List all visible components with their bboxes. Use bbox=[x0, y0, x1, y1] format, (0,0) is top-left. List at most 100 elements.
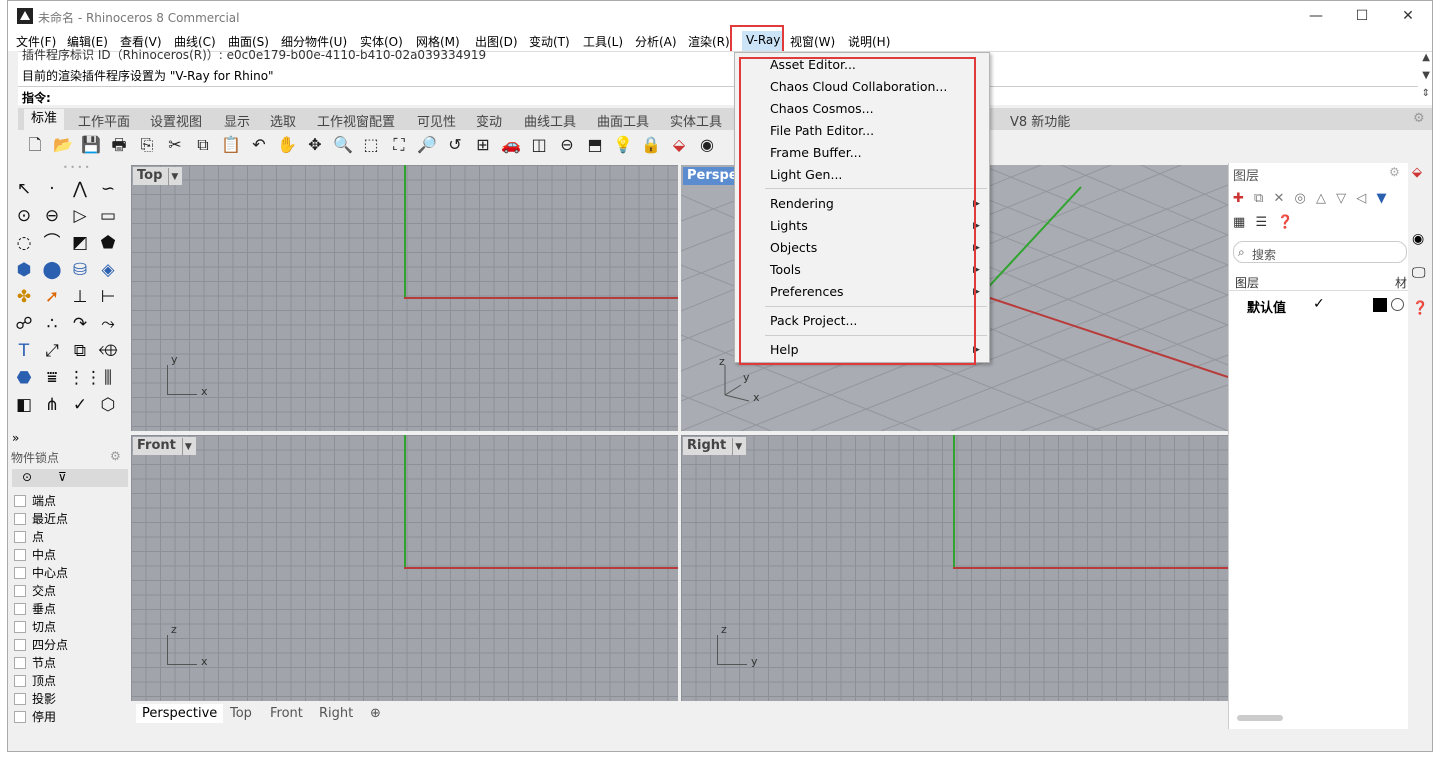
tab-solid-tools[interactable]: 实体工具 bbox=[670, 111, 722, 130]
layers-scrollbar[interactable] bbox=[1237, 715, 1283, 721]
osnap-mid[interactable]: 中点 bbox=[14, 546, 56, 564]
cylinder-icon[interactable]: ⛁ bbox=[68, 258, 92, 282]
move-down-icon[interactable]: ▽ bbox=[1336, 191, 1346, 206]
material-icon[interactable]: ⬙ bbox=[668, 134, 690, 156]
tab-front[interactable]: Front bbox=[270, 706, 303, 721]
car-icon[interactable]: 🚗 bbox=[500, 134, 522, 156]
viewport-right-label[interactable]: Right ▼ bbox=[683, 437, 747, 456]
osnap-tangent[interactable]: 切点 bbox=[14, 618, 56, 636]
select-arrow-icon[interactable]: ↖ bbox=[12, 177, 36, 201]
array-icon[interactable]: ⧉ bbox=[68, 339, 92, 363]
osnap-settings-icon[interactable]: ⚙ bbox=[110, 449, 121, 463]
rectangle-icon[interactable]: ▭ bbox=[96, 204, 120, 228]
layer-color-swatch[interactable] bbox=[1373, 298, 1387, 312]
select-icon[interactable]: ⬒ bbox=[584, 134, 606, 156]
circle-icon[interactable]: ⊙ bbox=[12, 204, 36, 228]
layers-search-input[interactable]: ⌕ 搜索 bbox=[1233, 241, 1407, 263]
osnap-disable[interactable]: 停用 bbox=[14, 708, 56, 726]
osnap-end[interactable]: 端点 bbox=[14, 492, 56, 510]
command-input-row[interactable]: 指令: bbox=[18, 86, 1418, 105]
viewport-front[interactable]: Front ▼ z x bbox=[131, 435, 678, 701]
import-icon[interactable]: ⎘ bbox=[136, 134, 158, 156]
light-bulb-icon[interactable]: 💡 bbox=[612, 134, 634, 156]
box-icon[interactable]: ⬢ bbox=[12, 258, 36, 282]
help-panel-icon[interactable]: ❓ bbox=[1412, 301, 1428, 316]
close-button[interactable]: ✕ bbox=[1385, 1, 1431, 31]
render-preview-icon[interactable]: ◫ bbox=[528, 134, 550, 156]
cage-icon[interactable]: ◧ bbox=[12, 393, 36, 417]
osnap-point[interactable]: 点 bbox=[14, 528, 44, 546]
layers-settings-icon[interactable]: ⚙ bbox=[1389, 165, 1400, 179]
contour-icon[interactable]: ⩸ bbox=[40, 366, 64, 390]
tab-top[interactable]: Top bbox=[230, 706, 252, 721]
osnap-project[interactable]: 投影 bbox=[14, 690, 56, 708]
ellipse-icon[interactable]: ⊖ bbox=[40, 204, 64, 228]
group-icon[interactable]: ☍ bbox=[12, 312, 36, 336]
new-layer-icon[interactable]: ✚ bbox=[1233, 191, 1244, 206]
text-icon[interactable]: T bbox=[12, 339, 36, 363]
list-view-icon[interactable]: ☰ bbox=[1255, 215, 1267, 230]
help-icon[interactable]: ❓ bbox=[1277, 215, 1293, 230]
display-icon[interactable]: 🖵 bbox=[1412, 265, 1426, 281]
toolbar-settings-icon[interactable]: ⚙ bbox=[1413, 111, 1425, 126]
viewport-perspective-label[interactable]: Perspe bbox=[683, 167, 742, 185]
menu-analyze[interactable]: 分析(A) bbox=[635, 33, 677, 50]
delete-layer-icon[interactable]: ✕ bbox=[1273, 191, 1284, 206]
filter-icon[interactable]: ▼ bbox=[1376, 191, 1386, 206]
puzzle-icon[interactable]: ✤ bbox=[12, 285, 36, 309]
more-tools-icon[interactable]: » bbox=[12, 431, 19, 445]
new-file-icon[interactable]: 🗋 bbox=[24, 134, 46, 156]
polygon-icon[interactable]: ▷ bbox=[68, 204, 92, 228]
print-icon[interactable]: 🖶 bbox=[108, 134, 130, 156]
history-scroll-down-icon[interactable]: ▼ bbox=[1422, 70, 1430, 81]
paste-icon[interactable]: 📋 bbox=[220, 134, 242, 156]
osnap-perp[interactable]: 垂点 bbox=[14, 600, 56, 618]
viewport-right[interactable]: Right ▼ z y bbox=[681, 435, 1228, 701]
point-icon[interactable]: · bbox=[40, 177, 64, 201]
menu-help[interactable]: 说明(H) bbox=[848, 33, 890, 50]
tab-display[interactable]: 显示 bbox=[224, 111, 250, 130]
cut-icon[interactable]: ✂ bbox=[164, 134, 186, 156]
align-icon[interactable]: ⋔ bbox=[40, 393, 64, 417]
osnap-target-icon[interactable]: ⊙ bbox=[22, 470, 32, 484]
tab-v8-new[interactable]: V8 新功能 bbox=[1010, 111, 1070, 130]
trim-icon[interactable]: ⊥ bbox=[68, 285, 92, 309]
zoom-icon[interactable]: 🔍 bbox=[332, 134, 354, 156]
join-icon[interactable]: ∴ bbox=[40, 312, 64, 336]
tab-curve-tools[interactable]: 曲线工具 bbox=[524, 111, 576, 130]
materials-icon[interactable]: ⬙ bbox=[1412, 165, 1422, 180]
copy-icon[interactable]: ⧉ bbox=[192, 134, 214, 156]
undo-icon[interactable]: ↶ bbox=[248, 134, 270, 156]
tab-select[interactable]: 选取 bbox=[270, 111, 296, 130]
table-view-icon[interactable]: ▦ bbox=[1233, 215, 1245, 230]
blend-icon[interactable]: ⤳ bbox=[96, 312, 120, 336]
osnap-intersection[interactable]: 交点 bbox=[14, 582, 56, 600]
color-wheel-icon[interactable]: ◉ bbox=[1412, 231, 1424, 247]
purge-icon[interactable]: ◎ bbox=[1295, 191, 1306, 206]
surface-icon[interactable]: ◩ bbox=[68, 231, 92, 255]
fillet-icon[interactable]: ⌒ bbox=[40, 231, 64, 255]
analyze-icon[interactable]: ⬡ bbox=[96, 393, 120, 417]
viewport-front-label[interactable]: Front ▼ bbox=[133, 437, 196, 456]
move-left-icon[interactable]: ◁ bbox=[1356, 191, 1366, 206]
viewport-top-label[interactable]: Top ▼ bbox=[133, 167, 183, 186]
layer-row-default[interactable]: 默认值 ✓ bbox=[1229, 293, 1409, 316]
arc-icon[interactable]: ◌ bbox=[12, 231, 36, 255]
menu-tools[interactable]: 工具(L) bbox=[583, 33, 623, 50]
osnap-center[interactable]: 中心点 bbox=[14, 564, 68, 582]
project-icon[interactable]: ⬲ bbox=[96, 339, 120, 363]
menu-transform[interactable]: 变动(T) bbox=[529, 33, 570, 50]
grid-array-icon[interactable]: ⋮⋮ bbox=[68, 366, 102, 390]
history-scroll-up-icon[interactable]: ▲ bbox=[1422, 52, 1430, 63]
pan-icon[interactable]: ✋ bbox=[276, 134, 298, 156]
layer-material-icon[interactable] bbox=[1391, 298, 1404, 311]
lock-icon[interactable]: 🔒 bbox=[640, 134, 662, 156]
mesh-icon[interactable]: ◈ bbox=[96, 258, 120, 282]
viewport-top[interactable]: Top ▼ y x bbox=[131, 165, 678, 431]
boolean-icon[interactable]: ⬤ bbox=[40, 258, 64, 282]
osnap-vertex[interactable]: 顶点 bbox=[14, 672, 56, 690]
tab-cplanes[interactable]: 工作平面 bbox=[78, 111, 130, 130]
curve-icon[interactable]: ∽ bbox=[96, 177, 120, 201]
new-sublayer-icon[interactable]: ⧉ bbox=[1254, 191, 1263, 206]
polyline-icon[interactable]: ⋀ bbox=[68, 177, 92, 201]
